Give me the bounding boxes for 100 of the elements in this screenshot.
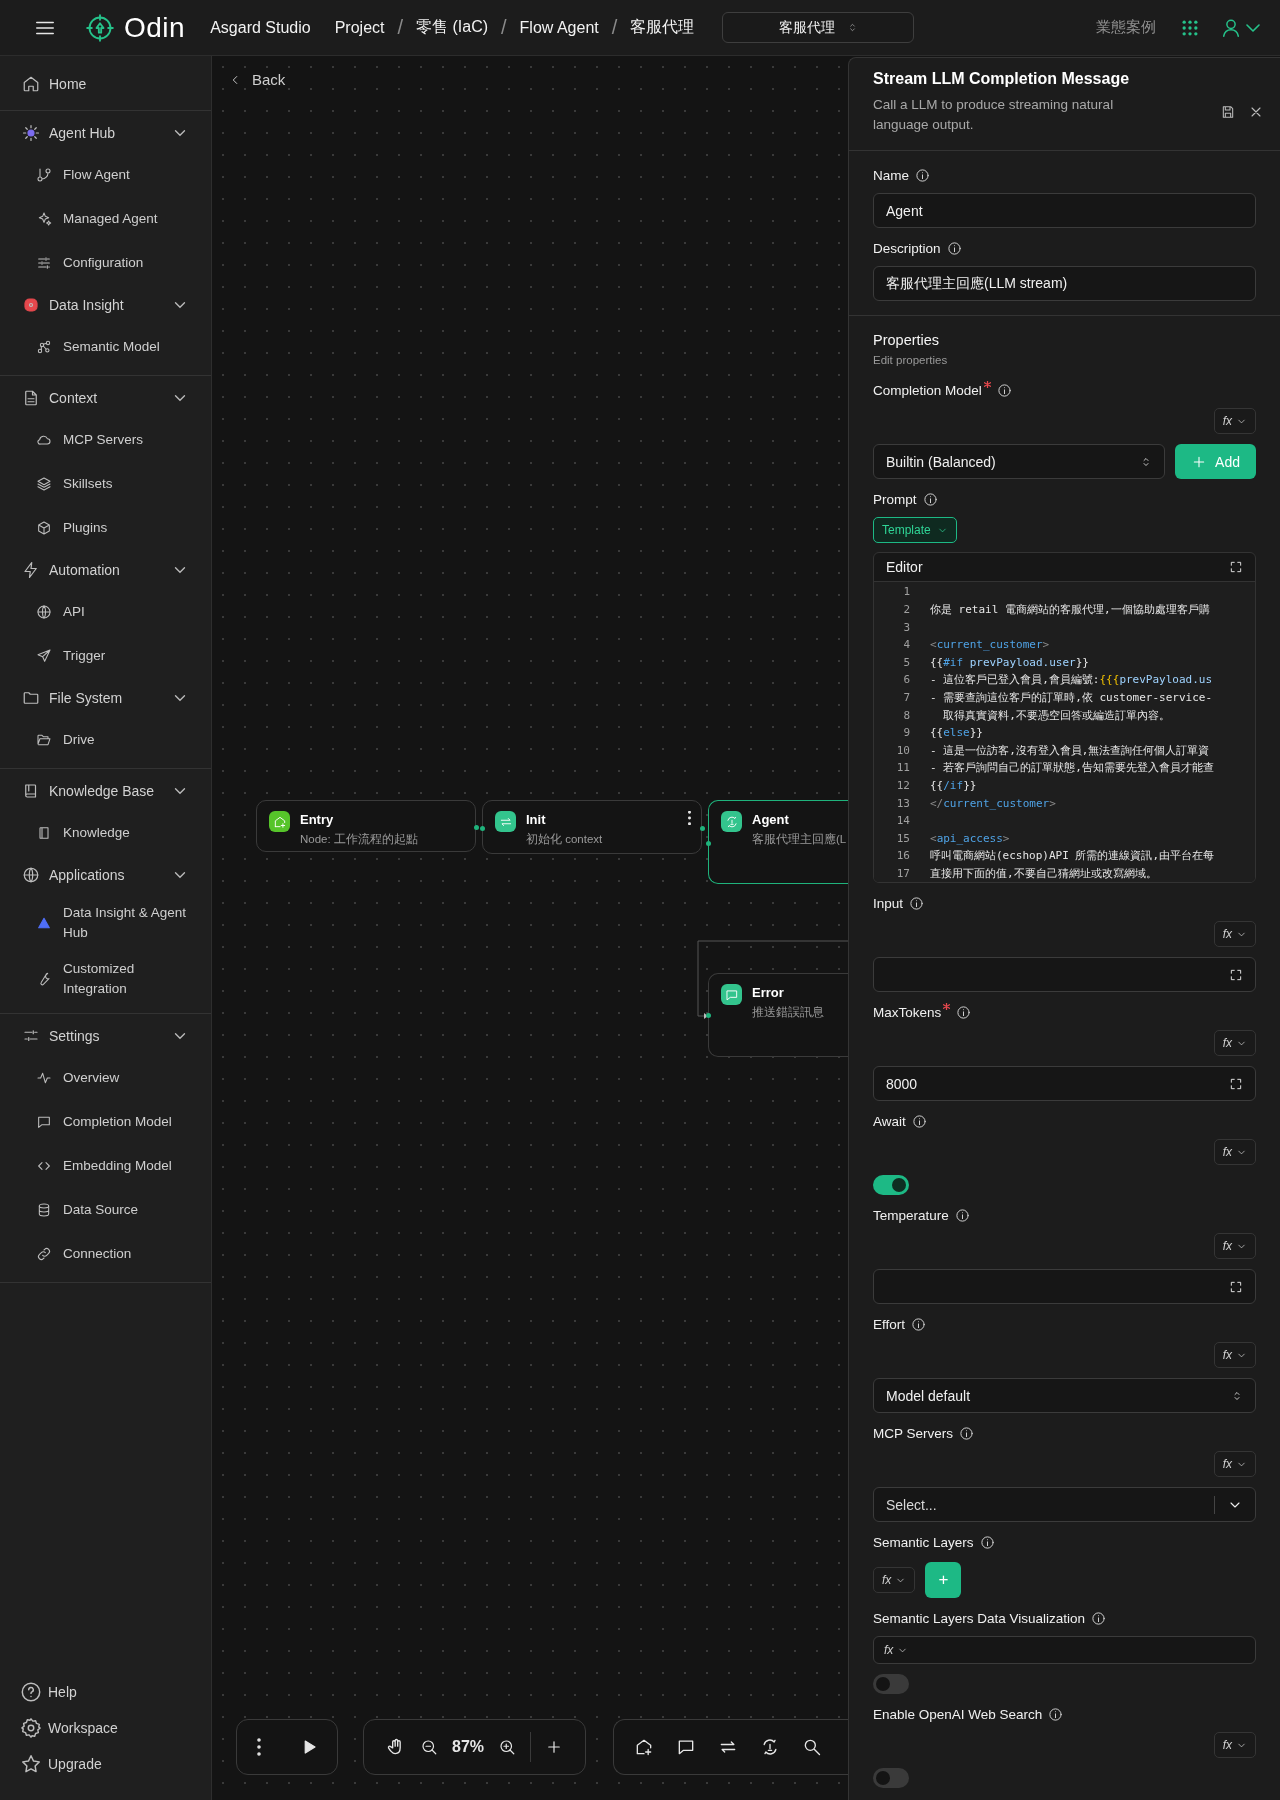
sidebar-subitem[interactable]: Plugins [0, 506, 211, 550]
select-field[interactable]: Model default [873, 1378, 1256, 1414]
sidebar-item[interactable]: File System [0, 678, 211, 718]
toggle-switch[interactable] [873, 1175, 909, 1196]
sidebar-item[interactable]: Upgrade [20, 1748, 211, 1780]
sidebar-item[interactable]: Agent Hub [0, 113, 211, 153]
search-button[interactable] [802, 1737, 822, 1757]
field-label: Prompt [873, 491, 917, 507]
kebab-menu-icon [256, 1738, 261, 1756]
sidebar-subitem[interactable]: Customized Integration [0, 951, 211, 1007]
flow-node[interactable]: Entry Node: 工作流程的起點 [256, 800, 476, 852]
input-field[interactable]: 客服代理主回應(LLM stream) [873, 266, 1256, 302]
code-line: {{else}} [930, 726, 983, 740]
sidebar-subitem[interactable]: Overview [0, 1056, 211, 1100]
port-dot[interactable] [706, 841, 711, 846]
fx-dropdown[interactable]: fx [1213, 1030, 1256, 1057]
field-label: Temperature [873, 1207, 949, 1223]
pulse-icon [36, 1070, 52, 1086]
back-button[interactable]: Back [228, 71, 286, 88]
port-dot[interactable] [474, 825, 479, 830]
fx-dropdown[interactable]: fx [1213, 1233, 1256, 1260]
sidebar-item[interactable]: Context [0, 378, 211, 418]
top-link[interactable]: 業態案例 [1096, 18, 1156, 37]
info-icon [911, 1113, 927, 1129]
input-field[interactable]: fx [873, 1636, 1256, 1665]
port-dot[interactable] [700, 826, 705, 831]
zoom-in-button[interactable] [498, 1738, 517, 1756]
agent-selector[interactable]: 客服代理 [722, 12, 915, 43]
sidebar-item[interactable]: Data Insight [0, 285, 211, 325]
sidebar-item[interactable]: Automation [0, 550, 211, 590]
sidebar-subitem[interactable]: Connection [0, 1232, 211, 1276]
line-number: 3 [902, 620, 910, 634]
sidebar-subitem[interactable]: Embedding Model [0, 1144, 211, 1188]
sidebar-item[interactable]: Settings [0, 1016, 211, 1056]
zoom-out-button[interactable] [420, 1738, 438, 1756]
sidebar-subitem[interactable]: Semantic Model [0, 325, 211, 369]
node-title: Error [752, 985, 785, 1000]
sidebar-item[interactable]: Home [0, 64, 211, 104]
sidebar-subitem[interactable]: Drive [0, 718, 211, 762]
sidebar-subitem[interactable]: Managed Agent [0, 197, 211, 241]
fx-dropdown[interactable]: fx [873, 1567, 916, 1594]
input-field[interactable] [873, 957, 1256, 993]
toggle-switch[interactable] [873, 1768, 909, 1789]
add-button[interactable] [545, 1738, 563, 1756]
more-button[interactable] [256, 1738, 261, 1756]
port-dot[interactable] [480, 826, 485, 831]
expand-icon [1229, 967, 1243, 982]
breadcrumb-link[interactable]: 客服代理 [630, 17, 695, 38]
code-line: 取得真實資料,不要憑空回答或編造訂單內容。 [942, 707, 1170, 723]
fx-dropdown[interactable]: fx [880, 1639, 913, 1662]
sidebar-subitem[interactable]: Data Source [0, 1188, 211, 1232]
fx-dropdown[interactable]: fx [1213, 1139, 1256, 1166]
sidebar-subitem[interactable]: Configuration [0, 241, 211, 285]
input-field[interactable] [873, 1269, 1256, 1305]
sidebar-subitem[interactable]: API [0, 590, 211, 634]
help-icon [20, 1681, 42, 1703]
sidebar-subitem[interactable]: Knowledge [0, 811, 211, 855]
info-icon [1048, 1706, 1064, 1722]
breadcrumb-link[interactable]: Flow Agent [519, 18, 599, 37]
sidebar-item[interactable]: Knowledge Base [0, 771, 211, 811]
info-icon [946, 240, 962, 256]
field-label: MCP Servers [873, 1425, 954, 1441]
info-icon [954, 1207, 970, 1223]
sidebar-item[interactable]: Workspace [20, 1712, 211, 1744]
fx-dropdown[interactable]: fx [1213, 1451, 1256, 1478]
select-field[interactable]: Select... [873, 1487, 1256, 1523]
info-icon [909, 895, 925, 911]
field-label: Completion Model [873, 382, 982, 398]
sidebar-subitem[interactable]: Flow Agent [0, 153, 211, 197]
sidebar-subitem[interactable]: Trigger [0, 634, 211, 678]
info-icon [1091, 1610, 1107, 1626]
add-node-button[interactable] [634, 1737, 654, 1757]
code-line: - 這是一位訪客,沒有登入會員,無法查詢任何個人訂單資 [930, 742, 1210, 758]
port-dot[interactable] [706, 1013, 711, 1018]
fx-dropdown[interactable]: fx [1213, 408, 1256, 435]
model-select[interactable]: Builtin (Balanced) [873, 444, 1166, 480]
template-dropdown[interactable]: Template [873, 517, 957, 544]
node-subtitle: Node: 工作流程的起點 [300, 832, 418, 847]
flow-node[interactable]: Error 推送錯誤訊息 [708, 973, 848, 1057]
flow-node[interactable]: Agent 客服代理主回應(L [708, 800, 848, 884]
send-icon [36, 648, 52, 664]
line-number: 13 [895, 796, 910, 810]
sidebar-subitem[interactable]: Skillsets [0, 462, 211, 506]
fx-dropdown[interactable]: fx [1213, 921, 1256, 948]
fx-dropdown[interactable]: fx [1213, 1342, 1256, 1369]
sidebar-item[interactable]: Applications [0, 855, 211, 895]
input-field[interactable]: Agent [873, 193, 1256, 229]
input-field[interactable]: 8000 [873, 1066, 1256, 1102]
breadcrumb-link[interactable]: 零售 (IaC) [416, 17, 489, 38]
workspace-link[interactable]: Asgard Studio [210, 18, 311, 37]
toggle-switch[interactable] [873, 1674, 909, 1695]
sidebar-subitem[interactable]: MCP Servers [0, 418, 211, 462]
fx-dropdown[interactable]: fx [1213, 1732, 1256, 1759]
sidebar-subitem[interactable]: Data Insight & Agent Hub [0, 895, 211, 951]
sidebar-item[interactable]: Help [20, 1676, 211, 1708]
breadcrumb-link[interactable]: Project [334, 18, 385, 37]
flow-node[interactable]: Init 初始化 context [482, 800, 702, 854]
line-number: 12 [895, 778, 910, 792]
sidebar-subitem[interactable]: Completion Model [0, 1100, 211, 1144]
code-editor[interactable] [873, 552, 1256, 884]
